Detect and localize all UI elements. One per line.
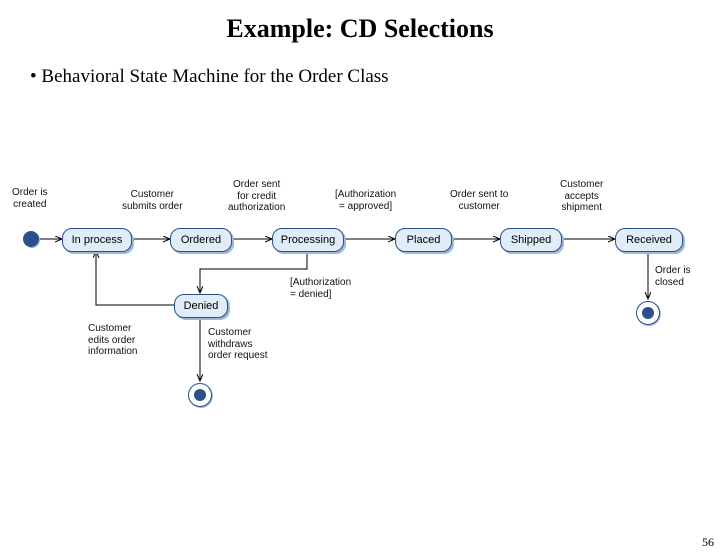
label-auth-approved: [Authorization = approved] — [335, 189, 396, 212]
state-received: Received — [615, 228, 683, 252]
final-state-closed — [636, 301, 660, 325]
state-shipped: Shipped — [500, 228, 562, 252]
label-order-created: Order is created — [12, 187, 48, 210]
label-customer-accepts: Customer accepts shipment — [560, 179, 603, 214]
state-processing: Processing — [272, 228, 344, 252]
state-placed: Placed — [395, 228, 452, 252]
page-number: 56 — [702, 535, 714, 550]
state-diagram: Order is created Customer submits order … — [0, 169, 720, 429]
bullet-text: Behavioral State Machine for the Order C… — [30, 66, 720, 88]
label-customer-submits: Customer submits order — [122, 189, 183, 212]
label-sent-customer: Order sent to customer — [450, 189, 508, 212]
initial-state — [23, 231, 39, 247]
page-title: Example: CD Selections — [0, 14, 720, 44]
label-customer-edits: Customer edits order information — [88, 323, 137, 358]
state-in-process: In process — [62, 228, 132, 252]
label-auth-denied: [Authorization = denied] — [290, 277, 351, 300]
state-denied: Denied — [174, 294, 228, 318]
final-state-withdrawn — [188, 383, 212, 407]
label-sent-credit: Order sent for credit authorization — [228, 179, 285, 214]
label-order-closed: Order is closed — [655, 265, 691, 288]
label-customer-withdraws: Customer withdraws order request — [208, 327, 267, 362]
state-ordered: Ordered — [170, 228, 232, 252]
